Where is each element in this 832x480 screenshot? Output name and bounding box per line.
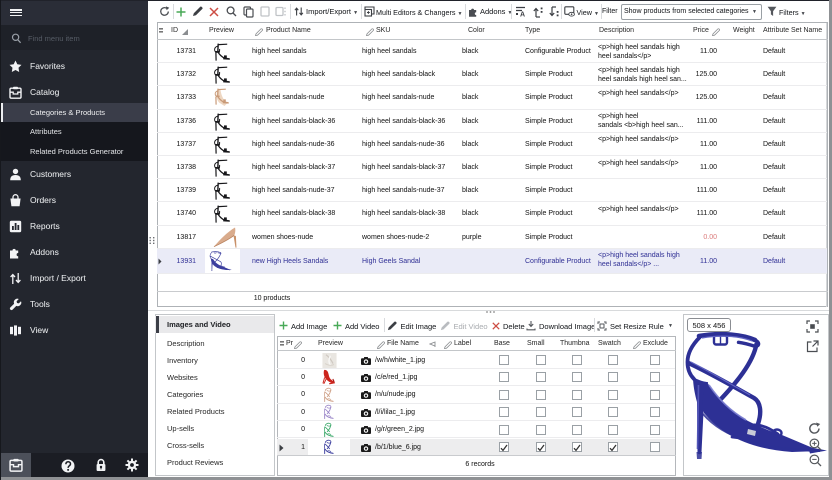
svg-text:A: A [520, 12, 525, 18]
